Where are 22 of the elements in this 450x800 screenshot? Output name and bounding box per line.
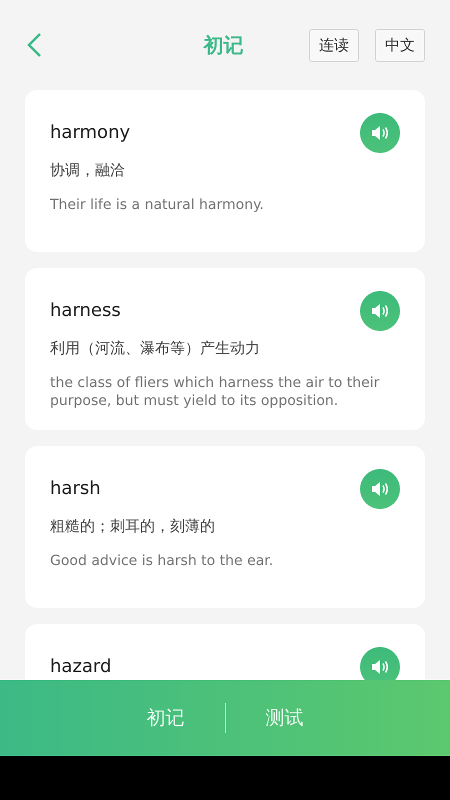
meaning-text: 协调，融洽: [50, 161, 126, 180]
speaker-icon: [371, 125, 389, 141]
example-sentence: Their life is a natural harmony.: [50, 196, 265, 214]
header-button[interactable]: 中文: [375, 28, 425, 62]
back-icon: [26, 32, 42, 58]
header-button[interactable]: 连读: [309, 28, 359, 62]
page-title: 初记: [204, 32, 244, 58]
meaning-text: 粗糙的；刺耳的，刻薄的: [50, 517, 216, 536]
speaker-icon: [371, 659, 389, 675]
speaker-button[interactable]: [360, 469, 400, 509]
example-sentence: the class of fliers which harness the air to their purpose, but must yield to its opposition.: [50, 374, 380, 410]
word-text: harsh: [50, 479, 101, 499]
speaker-button[interactable]: [360, 291, 400, 331]
word-text: harness: [50, 301, 121, 321]
speaker-icon: [371, 303, 389, 319]
meaning-text: 利用（河流、瀑布等）产生动力: [50, 339, 261, 358]
example-sentence: Good advice is harsh to the ear.: [50, 552, 274, 570]
word-text: harmony: [50, 123, 130, 143]
word-text: hazard: [50, 657, 112, 677]
speaker-icon: [371, 481, 389, 497]
speaker-button[interactable]: [360, 113, 400, 153]
speaker-button[interactable]: [360, 647, 400, 680]
